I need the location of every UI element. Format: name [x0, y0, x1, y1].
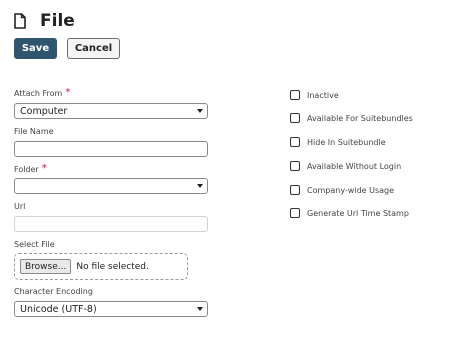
- url-label: Url: [14, 202, 26, 211]
- attach-from-select[interactable]: Computer: [14, 103, 208, 119]
- company-wide-usage-label: Company-wide Usage: [307, 185, 395, 195]
- available-for-suitebundles-label: Available For Suitebundles: [307, 113, 413, 123]
- available-for-suitebundles-checkbox-row[interactable]: Available For Suitebundles: [290, 112, 413, 124]
- folder-label-text: Folder: [14, 165, 39, 174]
- attach-from-label: Attach From *: [14, 87, 71, 99]
- chevron-down-icon: [197, 307, 203, 311]
- chevron-down-icon: [197, 109, 203, 113]
- available-without-login-checkbox-row[interactable]: Available Without Login: [290, 160, 401, 172]
- company-wide-usage-checkbox-row[interactable]: Company-wide Usage: [290, 184, 394, 196]
- available-without-login-label: Available Without Login: [307, 161, 402, 171]
- file-status-text: No file selected.: [76, 261, 149, 272]
- required-marker: *: [65, 87, 71, 98]
- save-button[interactable]: Save: [14, 38, 57, 59]
- cancel-button[interactable]: Cancel: [67, 38, 120, 59]
- chevron-down-icon: [197, 184, 203, 188]
- folder-select[interactable]: [14, 178, 208, 194]
- character-encoding-label: Character Encoding: [14, 287, 93, 296]
- required-marker: *: [41, 163, 47, 174]
- hide-in-suitebundle-checkbox[interactable]: [290, 137, 300, 147]
- file-drop-zone[interactable]: Browse... No file selected.: [14, 253, 188, 280]
- document-icon: [14, 13, 26, 29]
- page-title: File: [40, 11, 75, 31]
- folder-label: Folder *: [14, 163, 47, 175]
- generate-url-time-stamp-label: Generate Url Time Stamp: [307, 208, 409, 218]
- available-for-suitebundles-checkbox[interactable]: [290, 113, 300, 123]
- character-encoding-value: Unicode (UTF-8): [20, 303, 97, 315]
- attach-from-value: Computer: [20, 105, 68, 117]
- url-input[interactable]: [14, 216, 208, 232]
- hide-in-suitebundle-label: Hide In Suitebundle: [307, 137, 386, 147]
- generate-url-time-stamp-checkbox[interactable]: [290, 208, 300, 218]
- generate-url-time-stamp-checkbox-row[interactable]: Generate Url Time Stamp: [290, 207, 409, 219]
- browse-button[interactable]: Browse...: [20, 259, 72, 274]
- file-name-label: File Name: [14, 127, 54, 136]
- character-encoding-select[interactable]: Unicode (UTF-8): [14, 301, 208, 317]
- inactive-label: Inactive: [307, 90, 339, 100]
- attach-from-label-text: Attach From: [14, 89, 63, 98]
- file-name-input[interactable]: [14, 141, 208, 157]
- available-without-login-checkbox[interactable]: [290, 161, 300, 171]
- company-wide-usage-checkbox[interactable]: [290, 185, 300, 195]
- page-header: File: [14, 9, 75, 33]
- inactive-checkbox[interactable]: [290, 90, 300, 100]
- hide-in-suitebundle-checkbox-row[interactable]: Hide In Suitebundle: [290, 136, 386, 148]
- inactive-checkbox-row[interactable]: Inactive: [290, 89, 339, 101]
- select-file-label: Select File: [14, 240, 55, 249]
